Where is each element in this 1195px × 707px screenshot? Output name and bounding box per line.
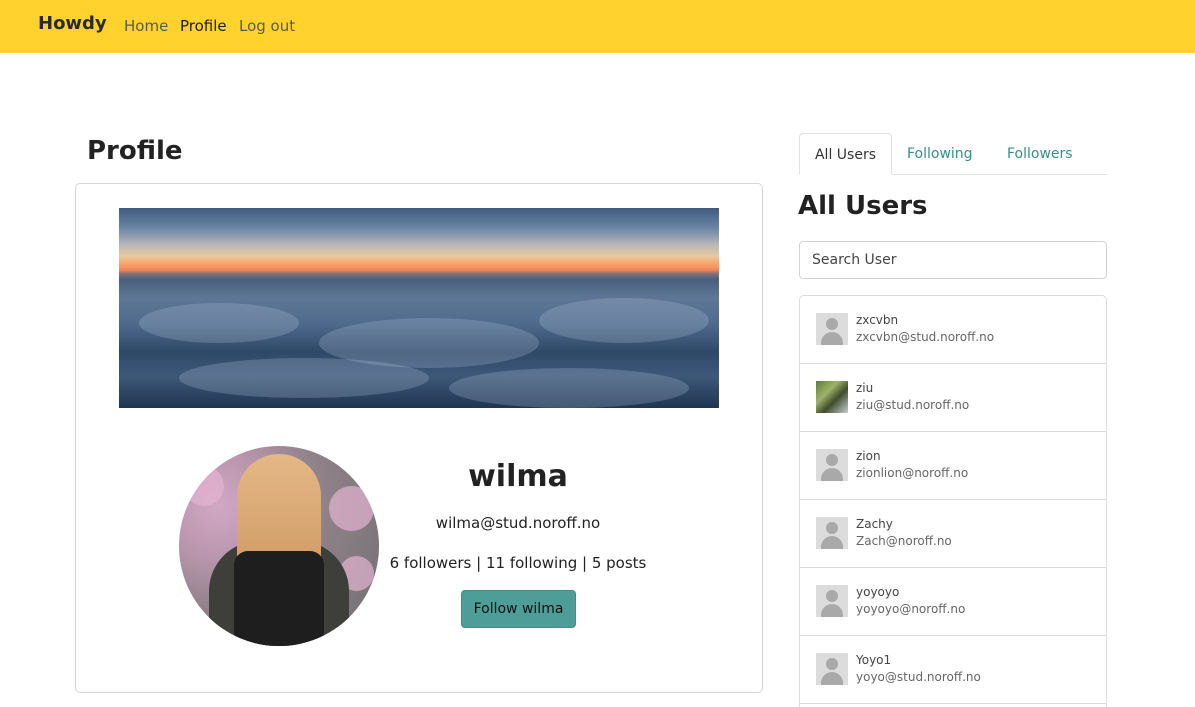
- profile-stats: 6 followers | 11 following | 5 posts: [389, 554, 647, 572]
- user-list-email: Zach@noroff.no: [856, 534, 952, 548]
- default-avatar-icon: [816, 313, 848, 345]
- all-users-heading: All Users: [798, 191, 928, 221]
- user-list-name: Zachy: [856, 517, 893, 531]
- follow-button[interactable]: Follow wilma: [461, 590, 576, 628]
- tab-following[interactable]: Following: [907, 133, 973, 175]
- user-list-name: zion: [856, 449, 881, 463]
- user-list-item[interactable]: zion zionlion@noroff.no: [800, 432, 1106, 500]
- user-list-name: ziu: [856, 381, 874, 395]
- user-list-item[interactable]: Zachy Zach@noroff.no: [800, 500, 1106, 568]
- user-list-name: zxcvbn: [856, 313, 899, 327]
- user-list-item[interactable]: yoyoyo yoyoyo@noroff.no: [800, 568, 1106, 636]
- default-avatar-icon: [816, 653, 848, 685]
- nav-link-profile[interactable]: Profile: [180, 17, 227, 35]
- user-tabs: All Users Following Followers: [799, 133, 1107, 175]
- user-photo-avatar: [816, 381, 848, 413]
- user-list-email: zionlion@noroff.no: [856, 466, 969, 480]
- tab-all-users[interactable]: All Users: [799, 133, 892, 175]
- user-list-item[interactable]: ziu ziu@stud.noroff.no: [800, 364, 1106, 432]
- user-list-name: Yoyo1: [856, 653, 892, 667]
- user-list-email: yoyo@stud.noroff.no: [856, 670, 981, 684]
- default-avatar-icon: [816, 449, 848, 481]
- default-avatar-icon: [816, 585, 848, 617]
- user-list: zxcvbn zxcvbn@stud.noroff.no ziu ziu@stu…: [799, 295, 1107, 707]
- profile-email: wilma@stud.noroff.no: [435, 514, 601, 532]
- profile-banner-image: [119, 208, 719, 408]
- user-list-email: yoyoyo@noroff.no: [856, 602, 966, 616]
- user-list-email: ziu@stud.noroff.no: [856, 398, 970, 412]
- profile-card: wilma wilma@stud.noroff.no 6 followers |…: [75, 183, 763, 693]
- brand-logo[interactable]: Howdy: [38, 13, 107, 34]
- default-avatar-icon: [816, 517, 848, 549]
- user-list-item[interactable]: zxcvbn zxcvbn@stud.noroff.no: [800, 296, 1106, 364]
- page-title: Profile: [87, 136, 183, 166]
- user-list-name: yoyoyo: [856, 585, 900, 599]
- tab-followers[interactable]: Followers: [1007, 133, 1073, 175]
- nav-link-home[interactable]: Home: [124, 17, 168, 35]
- nav-link-logout[interactable]: Log out: [239, 17, 295, 35]
- search-user-input[interactable]: [799, 241, 1107, 279]
- user-list-email: zxcvbn@stud.noroff.no: [856, 330, 995, 344]
- user-list-item[interactable]: Yoyo1 yoyo@stud.noroff.no: [800, 636, 1106, 704]
- profile-username: wilma: [468, 459, 568, 494]
- profile-avatar: [179, 446, 379, 646]
- navbar: Howdy Home Profile Log out: [0, 0, 1195, 53]
